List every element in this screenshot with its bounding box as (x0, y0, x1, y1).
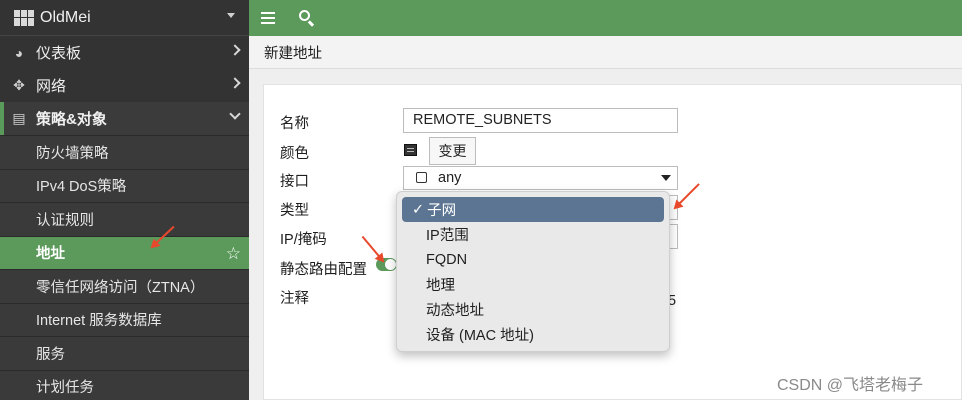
ipmask-label: IP/掩码 (280, 232, 327, 248)
sidebar-subitem-label: 零信任网络访问（ZTNA） (36, 279, 205, 296)
dropdown-option-label: IP范围 (426, 228, 469, 244)
dashboard-icon: ◕ (14, 44, 24, 61)
checkmark-icon: ✓ (412, 201, 425, 218)
dropdown-option-label: 设备 (MAC 地址) (426, 328, 534, 344)
policy-document-icon: ▤ (12, 110, 26, 126)
page-title: 新建地址 (249, 36, 962, 69)
sidebar-subitem-services[interactable]: 服务 (0, 336, 249, 370)
color-swatch-icon (404, 144, 417, 156)
interface-label: 接口 (280, 174, 309, 190)
sidebar-item-network[interactable]: ✥ 网络 (0, 69, 249, 102)
sidebar-subitem-internet-service-db[interactable]: Internet 服务数据库 (0, 302, 249, 336)
comment-label: 注释 (280, 291, 309, 307)
sidebar-item-dashboard[interactable]: ◕ 仪表板 (0, 36, 249, 69)
type-label: 类型 (280, 203, 309, 219)
name-input[interactable]: REMOTE_SUBNETS (403, 108, 678, 133)
sidebar-item-label: 仪表板 (36, 45, 82, 62)
search-icon[interactable] (299, 10, 315, 27)
change-color-button[interactable]: 变更 (429, 137, 476, 165)
sidebar-item-policy-objects[interactable]: ▤ 策略&对象 (0, 102, 249, 135)
interface-value: any (438, 170, 462, 186)
chevron-down-icon (229, 108, 241, 120)
static-route-label: 静态路由配置 (280, 262, 367, 278)
dropdown-option-subnet[interactable]: ✓ 子网 (402, 197, 664, 222)
dropdown-option-dynamic[interactable]: 动态地址 (402, 297, 664, 322)
dropdown-option-ip-range[interactable]: IP范围 (402, 222, 664, 247)
sidebar-subitem-ipv4-dos-policy[interactable]: IPv4 DoS策略 (0, 168, 249, 202)
fortinet-logo-icon (14, 9, 34, 26)
sidebar-subitem-addresses[interactable]: 地址 ☆ (0, 235, 249, 269)
sidebar-subitem-label: Internet 服务数据库 (36, 313, 162, 330)
sidebar-subitem-label: 认证规则 (36, 212, 94, 229)
sidebar-subitem-schedules[interactable]: 计划任务 (0, 369, 249, 400)
sidebar-subitem-label: IPv4 DoS策略 (36, 179, 127, 196)
sidebar-item-label: 网络 (36, 78, 67, 95)
dropdown-option-fqdn[interactable]: FQDN (402, 247, 664, 272)
sidebar-subitem-firewall-policy[interactable]: 防火墙策略 (0, 135, 249, 169)
top-bar (249, 0, 962, 36)
interface-type-icon (416, 172, 427, 183)
chevron-right-icon (229, 44, 241, 56)
watermark: CSDN @飞塔老梅子 (777, 377, 924, 394)
chevron-right-icon (229, 77, 241, 89)
sidebar-subitem-label: 计划任务 (36, 380, 94, 397)
brand-switcher[interactable]: OldMei (0, 0, 249, 36)
sidebar: OldMei ◕ 仪表板 ✥ 网络 ▤ 策略&对象 防火墙策略 IPv4 DoS… (0, 0, 249, 400)
interface-select[interactable]: any (403, 166, 678, 190)
type-dropdown-menu: ✓ 子网 IP范围 FQDN 地理 动态地址 设备 (MAC 地址) (396, 191, 670, 352)
sidebar-subitem-label: 地址 (36, 246, 65, 263)
dropdown-option-geography[interactable]: 地理 (402, 272, 664, 297)
hamburger-icon[interactable] (261, 12, 275, 24)
caret-down-icon (227, 13, 235, 18)
network-move-icon: ✥ (13, 77, 25, 93)
name-label: 名称 (280, 116, 309, 132)
dropdown-option-label: FQDN (426, 251, 468, 268)
dropdown-option-label: 地理 (426, 278, 455, 294)
sidebar-subitem-label: 服务 (36, 346, 65, 363)
sidebar-item-label: 策略&对象 (36, 111, 107, 128)
dropdown-option-label: 动态地址 (426, 303, 484, 319)
favorite-star-icon[interactable]: ☆ (226, 244, 241, 264)
dropdown-option-mac[interactable]: 设备 (MAC 地址) (402, 322, 664, 347)
dropdown-option-label: 子网 (427, 203, 457, 219)
sidebar-subitem-ztna[interactable]: 零信任网络访问（ZTNA） (0, 269, 249, 303)
device-name: OldMei (40, 8, 91, 26)
sidebar-subitem-label: 防火墙策略 (36, 145, 109, 162)
caret-down-icon (661, 175, 671, 181)
color-label: 颜色 (280, 146, 309, 162)
sidebar-subitem-auth-rules[interactable]: 认证规则 (0, 202, 249, 236)
